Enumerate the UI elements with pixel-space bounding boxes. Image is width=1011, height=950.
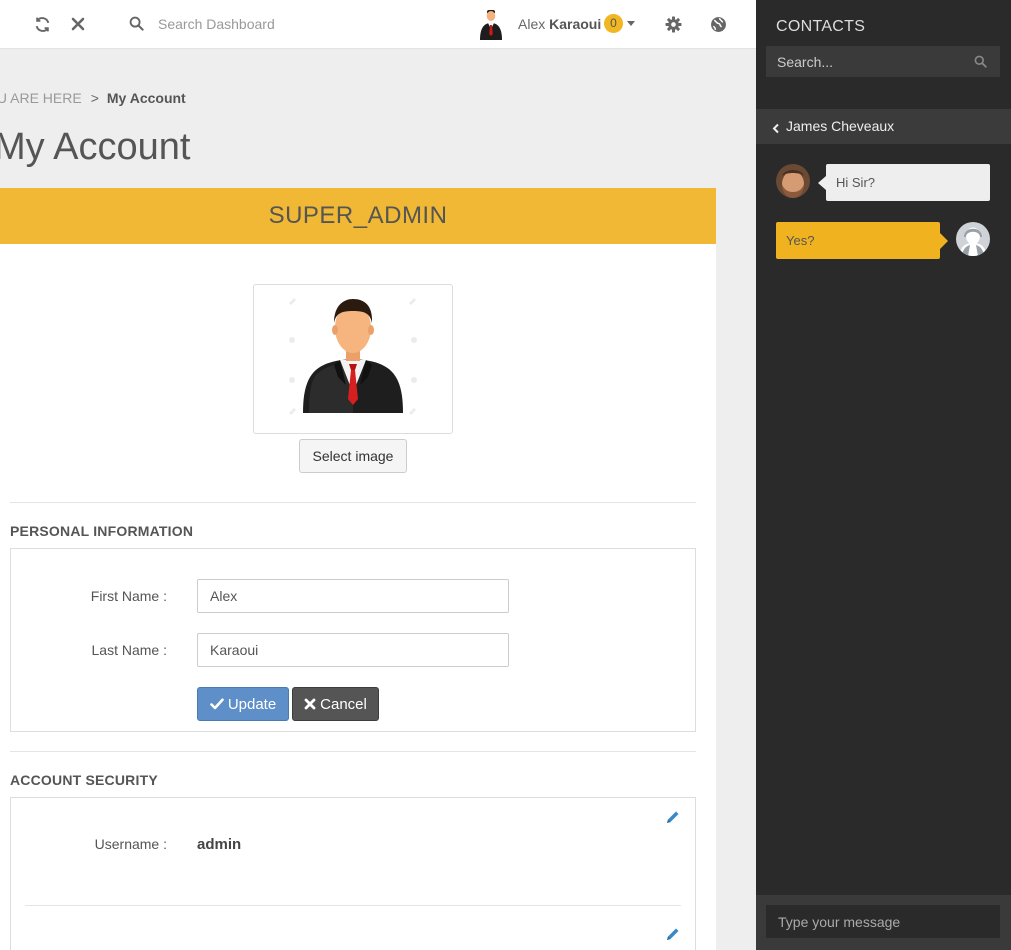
times-icon: [304, 698, 316, 710]
username-value: admin: [197, 836, 242, 853]
select-image-button[interactable]: Select image: [299, 439, 407, 473]
contact-avatar: [776, 164, 810, 198]
account-panel: SUPER_ADMIN Select image PERSONAL INFORM…: [0, 188, 716, 950]
account-security-box: Username : admin: [10, 797, 696, 950]
user-avatar[interactable]: [478, 8, 504, 40]
cancel-button[interactable]: Cancel: [292, 687, 379, 721]
cancel-label: Cancel: [320, 695, 367, 713]
update-button[interactable]: Update: [197, 687, 289, 721]
my-avatar: [956, 222, 990, 256]
chevron-down-icon[interactable]: [627, 21, 635, 26]
user-first-name: Alex: [518, 16, 546, 32]
incoming-message: Hi Sir?: [818, 164, 990, 201]
outgoing-message: Yes?: [776, 222, 948, 259]
account-security-heading: ACCOUNT SECURITY: [10, 772, 158, 788]
breadcrumb: OU ARE HERE > My Account: [0, 90, 186, 106]
message-input[interactable]: [766, 905, 1000, 938]
pencil-icon[interactable]: [665, 926, 681, 942]
contacts-title: CONTACTS: [776, 18, 866, 35]
breadcrumb-current[interactable]: My Account: [107, 90, 186, 106]
breadcrumb-prefix: OU ARE HERE: [0, 90, 82, 106]
chat-contact-header[interactable]: James Cheveaux: [756, 109, 1011, 144]
gear-icon[interactable]: [663, 14, 683, 34]
search-icon: [129, 16, 145, 32]
refresh-icon[interactable]: [32, 14, 52, 34]
top-navbar: Alex Karaoui 0: [0, 0, 756, 49]
contacts-search-input[interactable]: [766, 46, 1000, 77]
search-icon[interactable]: [974, 55, 988, 69]
update-label: Update: [227, 695, 277, 713]
notification-badge[interactable]: 0: [604, 14, 623, 33]
divider: [10, 502, 696, 503]
first-name-field[interactable]: [197, 579, 509, 613]
last-name-label: Last Name :: [91, 642, 167, 658]
contacts-sidebar: CONTACTS James Cheveaux Hi Sir? Yes?: [756, 0, 1011, 950]
breadcrumb-separator: >: [90, 90, 99, 106]
message-composer: [756, 895, 1011, 950]
page-title: My Account: [0, 126, 191, 168]
role-banner: SUPER_ADMIN: [0, 188, 716, 244]
globe-icon[interactable]: [708, 14, 728, 34]
divider: [25, 905, 681, 906]
username-label: Username :: [94, 836, 167, 852]
last-name-field[interactable]: [197, 633, 509, 667]
divider: [10, 751, 696, 752]
dashboard-search-input[interactable]: [152, 12, 402, 36]
chevron-left-icon[interactable]: [772, 121, 780, 134]
user-last-name: Karaoui: [549, 16, 602, 32]
pencil-icon[interactable]: [665, 809, 681, 825]
close-icon[interactable]: [68, 14, 88, 34]
check-icon: [210, 698, 224, 710]
first-name-label: First Name :: [90, 588, 167, 604]
personal-info-heading: PERSONAL INFORMATION: [10, 523, 194, 539]
profile-photo: [253, 284, 453, 434]
personal-info-form: First Name : Last Name : Update Cancel: [10, 548, 696, 732]
user-name[interactable]: Alex Karaoui: [518, 16, 601, 32]
